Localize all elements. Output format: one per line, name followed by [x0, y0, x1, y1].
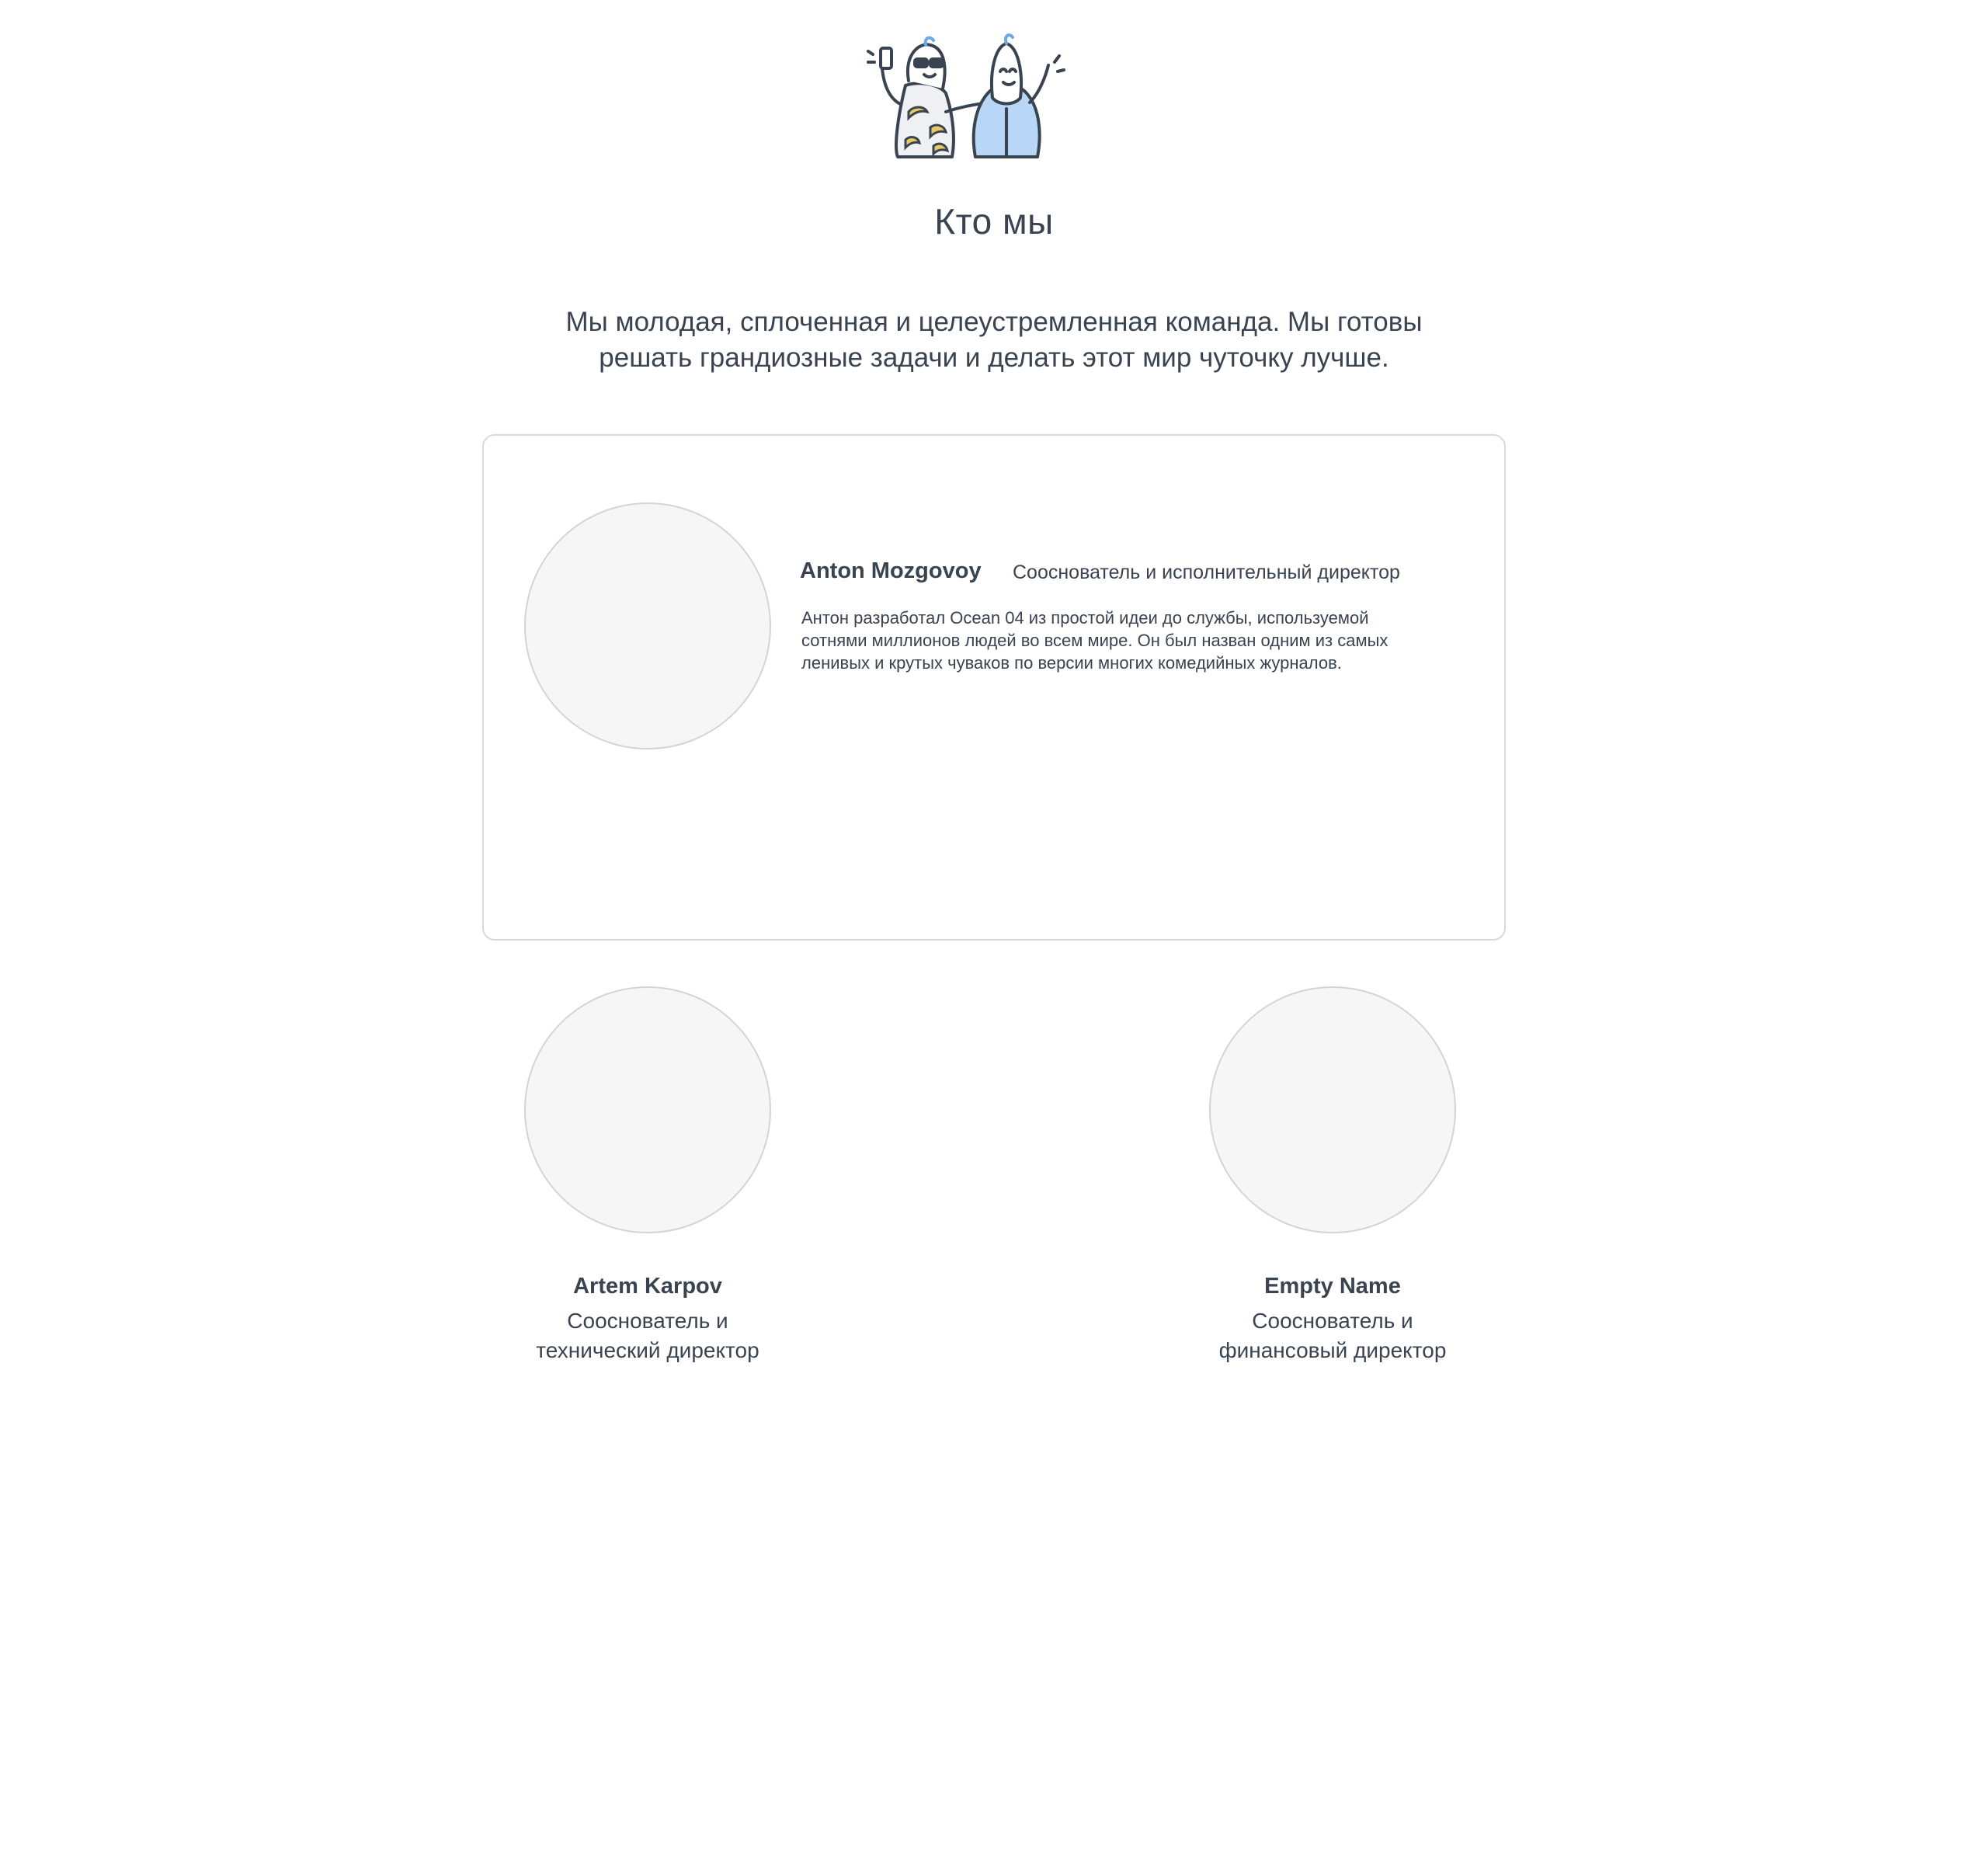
- team-member-card[interactable]: Empty Name Сооснователь и финансовый дир…: [1170, 986, 1496, 1375]
- member-bio: Антон разработал Ocean 04 из простой иде…: [801, 608, 1388, 673]
- member-role: Сооснователь и финансовый директор: [1218, 1309, 1447, 1362]
- about-page: Кто мы Мы молодая, сплоченная и целеустр…: [0, 0, 1988, 1864]
- section-intro: Мы молодая, сплоченная и целеустремленна…: [565, 307, 1423, 373]
- member-name: Empty Name: [1264, 1274, 1401, 1299]
- member-name: Artem Karpov: [573, 1274, 722, 1299]
- team-mascots-illustration: [867, 33, 1065, 158]
- member-role: Сооснователь и исполнительный директор: [1013, 562, 1400, 583]
- avatar: [1209, 986, 1456, 1233]
- avatar: [524, 986, 771, 1233]
- member-name: Anton Mozgovoy: [800, 558, 982, 583]
- section-title: Кто мы: [934, 201, 1054, 242]
- team-member-card[interactable]: Artem Karpov Сооснователь и технический …: [485, 986, 811, 1375]
- avatar: [524, 503, 771, 749]
- featured-member-card: Anton Mozgovoy Сооснователь и исполнител…: [482, 434, 1506, 941]
- member-role: Сооснователь и технический директор: [536, 1309, 759, 1362]
